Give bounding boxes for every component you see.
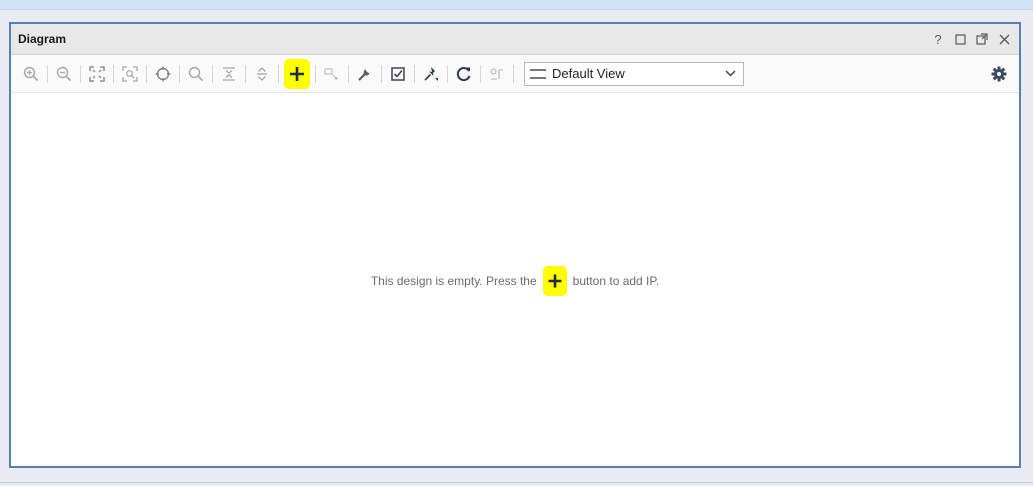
zoom-in-button[interactable] bbox=[20, 62, 42, 86]
plus-icon bbox=[290, 66, 304, 81]
optimize-routing-button[interactable] bbox=[486, 62, 508, 86]
auto-connect-button[interactable] bbox=[152, 62, 174, 86]
expand-button[interactable] bbox=[251, 62, 273, 86]
refresh-icon bbox=[456, 66, 471, 81]
wrench-icon bbox=[358, 69, 370, 81]
routing-icon bbox=[490, 67, 503, 80]
panel-title: Diagram bbox=[18, 32, 67, 46]
toolbar-separator bbox=[480, 64, 481, 83]
add-ip-button[interactable] bbox=[284, 58, 310, 89]
expand-icon bbox=[257, 66, 267, 81]
toolbar-separator bbox=[315, 64, 316, 83]
empty-message-text-after: button to add IP. bbox=[572, 274, 660, 288]
zoom-in-icon bbox=[23, 66, 39, 81]
toolbar-separator bbox=[348, 64, 349, 83]
settings-button[interactable] bbox=[989, 64, 1009, 84]
regenerate-button[interactable] bbox=[453, 62, 475, 86]
toolbar-separator bbox=[80, 64, 81, 83]
empty-message-text-before: This design is empty. Press the bbox=[370, 274, 537, 288]
pin-icon bbox=[424, 66, 438, 81]
gear-icon bbox=[991, 66, 1007, 82]
close-button[interactable] bbox=[997, 32, 1011, 46]
empty-design-message: This design is empty. Press the button t… bbox=[11, 266, 1019, 296]
top-strip bbox=[0, 0, 1033, 10]
view-list-icon bbox=[530, 68, 546, 79]
pin-button[interactable] bbox=[420, 62, 442, 86]
toolbar-separator bbox=[245, 64, 246, 83]
add-module-button[interactable] bbox=[321, 62, 343, 86]
collapse-button[interactable] bbox=[218, 62, 240, 86]
zoom-out-button[interactable] bbox=[53, 62, 75, 86]
diagram-canvas[interactable]: This design is empty. Press the button t… bbox=[11, 93, 1019, 464]
search-button[interactable] bbox=[185, 62, 207, 86]
module-icon bbox=[324, 68, 338, 79]
toolbar-separator bbox=[146, 64, 147, 83]
zoom-area-icon bbox=[122, 65, 138, 82]
zoom-fit-button[interactable] bbox=[86, 62, 108, 86]
close-icon bbox=[999, 34, 1009, 44]
panel-titlebar: Diagram ? bbox=[11, 24, 1019, 55]
search-icon bbox=[188, 66, 204, 81]
properties-button[interactable] bbox=[354, 62, 376, 86]
crosshair-icon bbox=[155, 66, 171, 81]
toolbar-separator bbox=[513, 64, 514, 83]
diagram-panel: Diagram ? Default View This design is em… bbox=[9, 22, 1021, 468]
toolbar-separator bbox=[278, 64, 279, 83]
view-select-value: Default View bbox=[552, 66, 625, 81]
toolbar-separator bbox=[414, 64, 415, 83]
collapse-icon bbox=[223, 66, 235, 81]
toolbar-separator bbox=[179, 64, 180, 83]
checkbox-icon bbox=[391, 66, 405, 81]
plus-icon bbox=[548, 274, 562, 288]
zoom-area-button[interactable] bbox=[119, 62, 141, 86]
maximize-button[interactable] bbox=[953, 32, 967, 46]
maximize-icon bbox=[954, 33, 966, 45]
inline-add-ip-button[interactable] bbox=[542, 266, 567, 296]
toolbar-separator bbox=[113, 64, 114, 83]
zoom-out-icon bbox=[56, 66, 72, 81]
chevron-down-icon bbox=[723, 67, 737, 81]
toolbar-separator bbox=[212, 64, 213, 83]
help-button[interactable]: ? bbox=[931, 32, 945, 47]
diagram-toolbar: Default View bbox=[11, 55, 1019, 93]
zoom-fit-icon bbox=[89, 65, 105, 82]
float-button[interactable] bbox=[975, 32, 989, 46]
window-controls: ? bbox=[931, 32, 1011, 47]
toolbar-separator bbox=[47, 64, 48, 83]
validate-button[interactable] bbox=[387, 62, 409, 86]
bottom-divider bbox=[0, 482, 1033, 483]
view-select[interactable]: Default View bbox=[524, 61, 744, 86]
toolbar-separator bbox=[381, 64, 382, 83]
float-icon bbox=[976, 33, 988, 45]
toolbar-separator bbox=[447, 64, 448, 83]
